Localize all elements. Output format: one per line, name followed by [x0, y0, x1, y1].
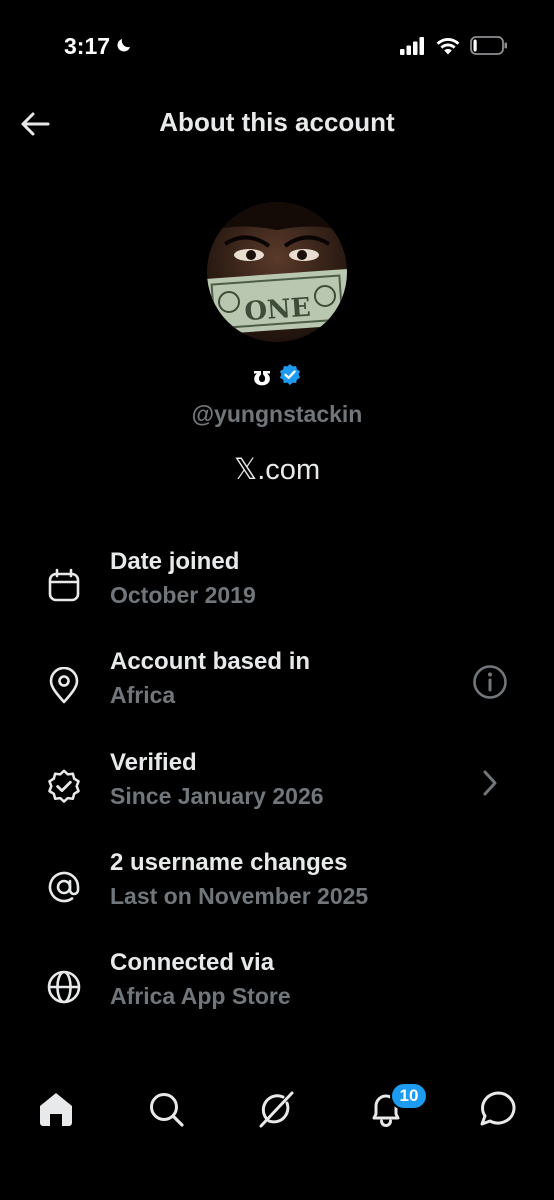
handle: @yungnstackin — [191, 401, 363, 427]
row-date-joined: Date joined October 2019 — [0, 548, 554, 628]
avatar[interactable]: ONE — [207, 202, 347, 342]
calendar-icon — [44, 566, 84, 606]
site-label: 𝕏.com — [233, 454, 321, 486]
status-time: 3:17 — [64, 33, 111, 59]
row-subtitle: Africa App Store — [110, 983, 291, 1009]
status-time-group: 3:17 — [64, 33, 133, 60]
row-account-based-in: Account based in Africa — [0, 648, 554, 728]
info-button[interactable] — [468, 662, 512, 706]
header: About this account — [0, 95, 554, 155]
verified-badge-icon — [278, 363, 302, 392]
row-verified[interactable]: Verified Since January 2026 — [0, 749, 554, 829]
row-subtitle: Africa — [110, 682, 176, 708]
home-icon — [36, 1089, 76, 1134]
row-username-changes: 2 username changes Last on November 2025 — [0, 849, 554, 929]
tab-home[interactable] — [32, 1087, 80, 1135]
moon-icon — [115, 33, 133, 60]
display-name: ʊ — [251, 362, 273, 392]
row-subtitle: Last on November 2025 — [110, 883, 369, 909]
row-subtitle: Since January 2026 — [110, 783, 324, 809]
chevron-right-icon — [480, 768, 500, 803]
row-connected-via: Connected via Africa App Store — [0, 949, 554, 1029]
search-icon — [146, 1089, 186, 1134]
wifi-icon — [436, 37, 460, 60]
info-icon — [472, 664, 508, 705]
row-title: Account based in — [110, 648, 311, 675]
cellular-signal-icon — [400, 36, 426, 60]
status-bar: 3:17 — [0, 0, 554, 90]
tab-bar — [0, 1075, 554, 1145]
row-title: 2 username changes — [110, 849, 348, 876]
page-title: About this account — [159, 107, 395, 137]
display-name-row: ʊ — [0, 362, 554, 392]
messages-icon — [478, 1089, 518, 1134]
battery-icon — [470, 36, 508, 60]
verified-outline-icon — [44, 767, 84, 807]
row-title: Connected via — [110, 949, 275, 976]
tab-search[interactable] — [142, 1087, 190, 1135]
verified-chevron[interactable] — [468, 763, 512, 807]
status-icons — [400, 36, 508, 60]
row-title: Date joined — [110, 548, 240, 575]
row-subtitle: October 2019 — [110, 582, 256, 608]
location-pin-icon — [44, 666, 84, 706]
tab-messages[interactable] — [474, 1087, 522, 1135]
row-title: Verified — [110, 749, 197, 776]
tab-grok[interactable] — [252, 1087, 300, 1135]
at-sign-icon — [44, 867, 84, 907]
globe-icon — [44, 967, 84, 1007]
notification-count-badge: 10 — [390, 1082, 428, 1110]
svg-text:ONE: ONE — [243, 293, 311, 328]
grok-icon — [256, 1089, 296, 1134]
